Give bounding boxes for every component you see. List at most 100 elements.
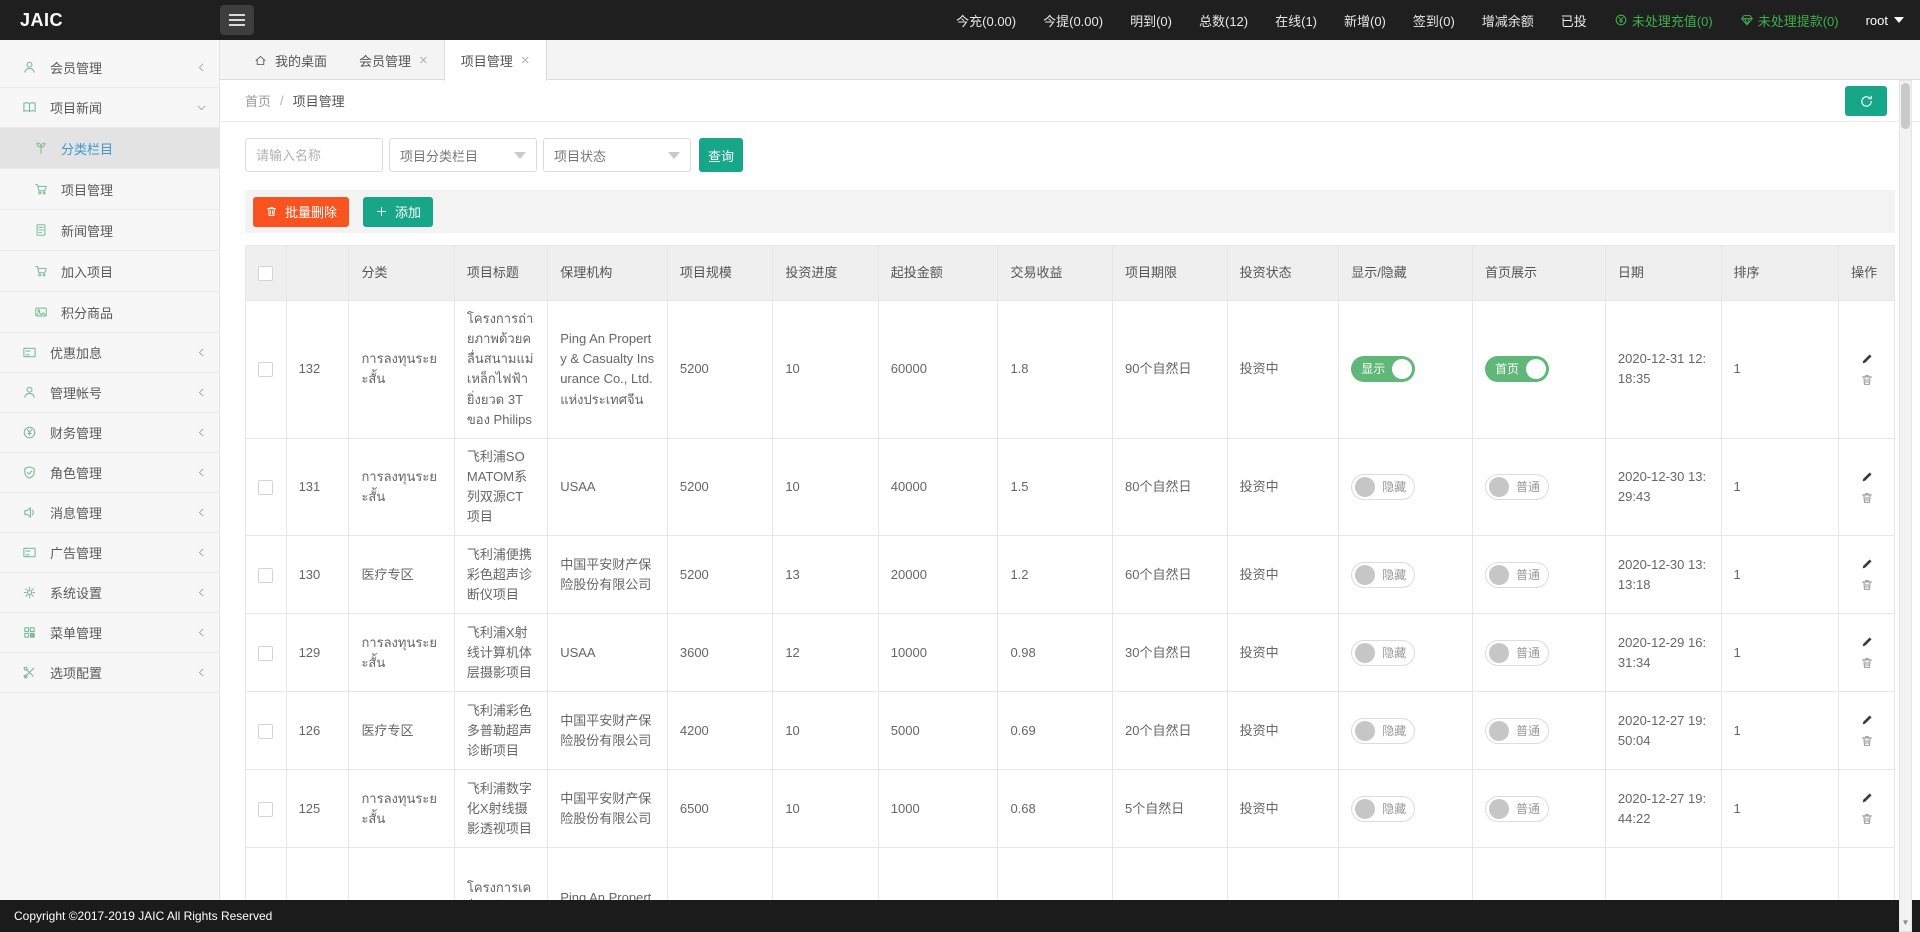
topbar-stat-6: 签到(0) — [1413, 11, 1455, 30]
category-select[interactable]: 项目分类栏目 — [389, 138, 537, 172]
cell-scale: 5200 — [667, 301, 772, 439]
scroll-down-arrow[interactable]: ▼ — [1900, 918, 1911, 927]
edit-button[interactable] — [1860, 713, 1874, 727]
pencil-icon — [1860, 470, 1874, 484]
cell-home: 普通 — [1473, 536, 1606, 614]
row-checkbox[interactable] — [258, 480, 273, 495]
projects-table: 分类项目标题保理机构项目规模投资进度起投金额交易收益项目期限投资状态显示/隐藏首… — [245, 245, 1895, 932]
homepage-toggle[interactable]: 普通 — [1485, 562, 1549, 588]
topbar-alert-0[interactable]: 未处理充值(0) — [1614, 11, 1713, 30]
sidebar-item-2[interactable]: 分类栏目 — [0, 128, 219, 169]
edit-button[interactable] — [1860, 635, 1874, 649]
sidebar-item-9[interactable]: 财务管理 — [0, 413, 219, 453]
sidebar-item-8[interactable]: 管理帐号 — [0, 373, 219, 413]
add-button[interactable]: 添加 — [363, 197, 433, 227]
sidebar-item-3[interactable]: 项目管理 — [0, 169, 219, 210]
show-hide-toggle[interactable]: 隐藏 — [1351, 474, 1415, 500]
edit-button[interactable] — [1860, 557, 1874, 571]
refresh-button[interactable] — [1845, 86, 1887, 116]
row-checkbox[interactable] — [258, 724, 273, 739]
cell-agency: 中国平安财产保险股份有限公司 — [548, 692, 668, 770]
scrollbar-track[interactable]: ▼ — [1899, 80, 1912, 932]
cell-title: โครงการถ่ายภาพด้วยคลื่นสนามแม่เหล็กไฟฟ้า… — [454, 301, 547, 439]
tab-1[interactable]: 会员管理× — [343, 40, 444, 80]
chevron-down-icon — [196, 102, 207, 113]
delete-button[interactable] — [1860, 578, 1874, 592]
table-header-3: 项目标题 — [454, 246, 547, 301]
row-checkbox[interactable] — [258, 646, 273, 661]
row-checkbox[interactable] — [258, 568, 273, 583]
row-checkbox[interactable] — [258, 362, 273, 377]
chevron-left-icon — [196, 507, 207, 518]
sidebar-item-0[interactable]: 会员管理 — [0, 48, 219, 88]
topbar-stat-3: 总数(12) — [1199, 11, 1248, 30]
delete-button[interactable] — [1860, 734, 1874, 748]
delete-button[interactable] — [1860, 812, 1874, 826]
cell-sort: 1 — [1721, 692, 1839, 770]
tab-close-icon[interactable]: × — [521, 53, 530, 68]
show-hide-toggle[interactable]: 显示 — [1351, 356, 1415, 382]
table-body: 132 การลงทุนระยะสั้น โครงการถ่ายภาพด้วยค… — [246, 301, 1895, 932]
status-select[interactable]: 项目状态 — [543, 138, 691, 172]
show-hide-toggle[interactable]: 隐藏 — [1351, 562, 1415, 588]
sidebar-item-12[interactable]: 广告管理 — [0, 533, 219, 573]
sidebar-item-13[interactable]: 系统设置 — [0, 573, 219, 613]
show-hide-toggle[interactable]: 隐藏 — [1351, 640, 1415, 666]
homepage-toggle[interactable]: 普通 — [1485, 796, 1549, 822]
row-checkbox[interactable] — [258, 802, 273, 817]
tab-0[interactable]: 我的桌面 — [238, 40, 343, 80]
homepage-toggle[interactable]: 普通 — [1485, 640, 1549, 666]
cell-agency: Ping An Property & Casualty Insurance Co… — [548, 301, 668, 439]
sidebar-item-1[interactable]: 项目新闻 — [0, 88, 219, 128]
show-hide-toggle[interactable]: 隐藏 — [1351, 796, 1415, 822]
trash-icon — [265, 205, 278, 218]
gear-icon — [22, 585, 37, 600]
topbar-stat-2: 明到(0) — [1130, 11, 1172, 30]
sidebar-item-15[interactable]: 选项配置 — [0, 653, 219, 693]
row-select-cell — [246, 438, 287, 536]
table-row: 126 医疗专区 飞利浦彩色多普勒超声诊断项目 中国平安财产保险股份有限公司 4… — [246, 692, 1895, 770]
category-select-value: 项目分类栏目 — [400, 146, 478, 165]
search-button[interactable]: 查询 — [699, 138, 743, 172]
delete-button[interactable] — [1860, 373, 1874, 387]
select-all-checkbox[interactable] — [258, 266, 273, 281]
homepage-toggle[interactable]: 普通 — [1485, 474, 1549, 500]
sidebar-item-10[interactable]: 角色管理 — [0, 453, 219, 493]
cell-id: 125 — [286, 770, 349, 848]
edit-button[interactable] — [1860, 791, 1874, 805]
topbar-alert-1[interactable]: 未处理提款(0) — [1740, 11, 1839, 30]
cell-min-invest: 1000 — [878, 770, 998, 848]
delete-button[interactable] — [1860, 656, 1874, 670]
sidebar-item-7[interactable]: 优惠加息 — [0, 333, 219, 373]
homepage-toggle[interactable]: 普通 — [1485, 718, 1549, 744]
row-select-cell — [246, 301, 287, 439]
edit-button[interactable] — [1860, 352, 1874, 366]
sidebar-item-label: 菜单管理 — [50, 623, 196, 642]
breadcrumb-home[interactable]: 首页 — [245, 91, 271, 110]
trash-icon — [1860, 578, 1874, 592]
user-menu[interactable]: root — [1866, 13, 1904, 28]
sidebar-item-4[interactable]: 新闻管理 — [0, 210, 219, 251]
chevron-left-icon — [196, 547, 207, 558]
delete-button[interactable] — [1860, 491, 1874, 505]
trash-icon — [265, 205, 278, 218]
cell-home: 普通 — [1473, 438, 1606, 536]
menu-toggle-button[interactable] — [220, 5, 254, 35]
cell-min-invest: 5000 — [878, 692, 998, 770]
tab-2[interactable]: 项目管理× — [444, 40, 547, 81]
sidebar-item-11[interactable]: 消息管理 — [0, 493, 219, 533]
show-hide-toggle[interactable]: 隐藏 — [1351, 718, 1415, 744]
cell-actions — [1839, 770, 1895, 848]
batch-delete-button[interactable]: 批量删除 — [253, 197, 349, 227]
name-search-input[interactable] — [245, 138, 383, 172]
cell-home: 普通 — [1473, 770, 1606, 848]
edit-button[interactable] — [1860, 470, 1874, 484]
tab-close-icon[interactable]: × — [419, 53, 428, 68]
cell-scale: 5200 — [667, 536, 772, 614]
sidebar-item-6[interactable]: 积分商品 — [0, 292, 219, 333]
sidebar-item-5[interactable]: 加入项目 — [0, 251, 219, 292]
sidebar-item-14[interactable]: 菜单管理 — [0, 613, 219, 653]
homepage-toggle[interactable]: 首页 — [1485, 356, 1549, 382]
scrollbar-thumb[interactable] — [1901, 83, 1910, 129]
cell-progress: 13 — [773, 536, 878, 614]
